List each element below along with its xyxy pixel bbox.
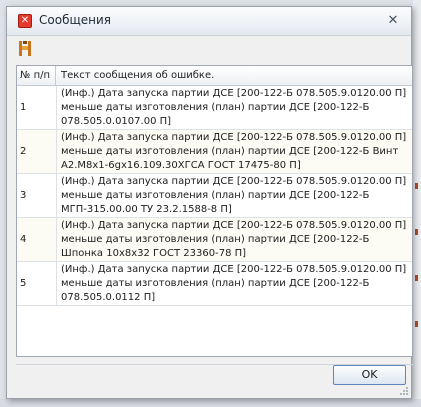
row-number: 1 [20, 102, 27, 113]
row-message: (Инф.) Дата запуска партии ДСЕ [200-122-… [61, 264, 407, 303]
title-bar[interactable]: ✕ Сообщения ✕ [7, 7, 411, 36]
export-icon[interactable] [18, 40, 32, 57]
row-message: (Инф.) Дата запуска партии ДСЕ [200-122-… [61, 176, 407, 215]
background-strip [0, 399, 421, 407]
column-divider [56, 130, 57, 174]
messages-table: № п/п Текст сообщения об ошибке. 1 (Инф.… [16, 65, 413, 357]
column-header-message[interactable]: Текст сообщения об ошибке. [57, 66, 412, 85]
column-divider [56, 86, 57, 130]
table-row[interactable]: 5 (Инф.) Дата запуска партии ДСЕ [200-12… [17, 262, 412, 306]
ok-button[interactable]: OK [333, 365, 406, 385]
row-message: (Инф.) Дата запуска партии ДСЕ [200-122-… [61, 220, 407, 259]
table-row[interactable]: 3 (Инф.) Дата запуска партии ДСЕ [200-12… [17, 174, 412, 218]
column-header-number[interactable]: № п/п [17, 66, 56, 85]
table-row[interactable]: 1 (Инф.) Дата запуска партии ДСЕ [200-12… [17, 86, 412, 130]
row-number: 2 [20, 146, 27, 157]
close-icon: ✕ [387, 13, 399, 28]
window-title: Сообщения [39, 13, 112, 27]
row-number: 3 [20, 190, 27, 201]
error-x-icon: ✕ [18, 14, 32, 28]
table-header: № п/п Текст сообщения об ошибке. [17, 66, 412, 86]
column-divider [56, 218, 57, 262]
messages-dialog: ✕ Сообщения ✕ № п/п Текст сообщения об о… [6, 6, 413, 399]
table-row[interactable]: 4 (Инф.) Дата запуска партии ДСЕ [200-12… [17, 218, 412, 262]
background-marker [415, 183, 418, 189]
row-message: (Инф.) Дата запуска партии ДСЕ [200-122-… [61, 132, 407, 171]
column-divider [56, 174, 57, 218]
background-marker [415, 321, 418, 327]
background-marker [415, 229, 418, 235]
column-divider [56, 262, 57, 306]
toolbar [7, 36, 411, 62]
resize-grip-icon[interactable] [399, 386, 409, 396]
row-message: (Инф.) Дата запуска партии ДСЕ [200-122-… [61, 88, 407, 127]
background-window-edge [413, 0, 421, 407]
background-marker [415, 275, 418, 281]
row-number: 5 [20, 278, 27, 289]
close-button[interactable]: ✕ [385, 13, 401, 29]
row-number: 4 [20, 234, 27, 245]
table-row[interactable]: 2 (Инф.) Дата запуска партии ДСЕ [200-12… [17, 130, 412, 174]
